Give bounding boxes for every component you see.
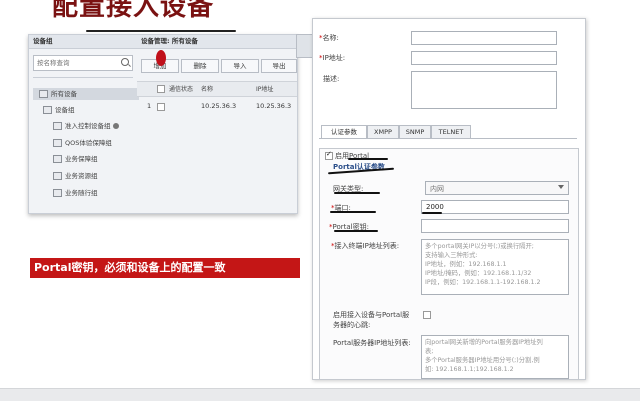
tree-label: 业务保障组 <box>65 155 98 163</box>
row-ip: 10.25.36.3 <box>256 102 292 110</box>
folder-icon <box>53 122 62 130</box>
enable-portal-checkbox[interactable]: ✓ <box>325 150 333 160</box>
annotation-underline <box>334 230 378 232</box>
tab-telnet[interactable]: TELNET <box>431 125 471 139</box>
name-input[interactable] <box>411 31 557 45</box>
desc-textarea[interactable] <box>411 71 557 109</box>
export-button[interactable]: 导出 <box>261 59 297 73</box>
tree-item-biz-resource[interactable]: 业务资源组 <box>53 170 98 182</box>
row-checkbox[interactable] <box>157 103 165 111</box>
settings-icon[interactable] <box>112 123 119 129</box>
heartbeat-label-2: 务器的心跳: <box>333 321 371 329</box>
row-name[interactable]: 10.25.36.3 <box>201 102 236 110</box>
device-group-header: 设备组 <box>29 35 137 49</box>
title-underline <box>86 30 236 32</box>
tab-auth-params[interactable]: 认证参数 <box>321 125 367 139</box>
slide-title: 配置接入设备 <box>52 0 215 22</box>
portal-key-input[interactable] <box>421 219 569 233</box>
tree-item-qos[interactable]: QOS体验保障组 <box>53 137 112 149</box>
folder-icon <box>43 106 52 114</box>
delete-button[interactable]: 删除 <box>181 59 219 73</box>
terminal-ip-label: *接入终端IP地址列表: <box>331 242 400 250</box>
annotation-underline <box>330 211 376 213</box>
gateway-type-value: 内网 <box>430 185 444 193</box>
device-config-form: *名称: *IP地址: 描述: 认证参数 XMPP SNMP TELNET ✓ … <box>312 18 586 380</box>
tree-item-biz-follow[interactable]: 业务随行组 <box>53 187 98 199</box>
device-search-box[interactable] <box>33 55 133 71</box>
ip-input[interactable] <box>411 51 557 65</box>
select-all-checkbox[interactable] <box>157 85 165 93</box>
tree-label: 准入控制设备组 <box>65 122 111 130</box>
terminal-ip-textarea[interactable]: 多个portal网关IP以分号(;)或换行隔开; 支持输入三种形式: IP地址，… <box>421 239 569 295</box>
folder-icon <box>53 189 62 197</box>
tree-item-device-group[interactable]: 设备组 <box>43 104 75 116</box>
tree-label: 所有设备 <box>51 90 77 98</box>
folder-icon <box>53 155 62 163</box>
tree-label: 业务随行组 <box>65 189 98 197</box>
tree-item-biz-assure[interactable]: 业务保障组 <box>53 153 98 165</box>
tree-label: QOS体验保障组 <box>65 139 112 147</box>
terminal-ip-hint: 多个portal网关IP以分号(;)或换行隔开; 支持输入三种形式: IP地址，… <box>425 243 541 286</box>
tree-label: 业务资源组 <box>65 172 98 180</box>
divider <box>33 77 133 78</box>
server-ip-textarea[interactable]: 向portal网关新增的Portal服务器IP地址列 表; 多个Portal服务… <box>421 335 569 379</box>
col-status[interactable]: 通信状态 <box>169 84 193 93</box>
folder-icon <box>39 90 48 98</box>
tree-label: 设备组 <box>55 106 75 114</box>
server-ip-label: Portal服务器IP地址列表: <box>333 339 411 347</box>
tab-xmpp[interactable]: XMPP <box>367 125 399 139</box>
note-banner: Portal密钥，必须和设备上的配置一致 <box>30 258 300 278</box>
col-ip[interactable]: IP地址 <box>256 84 273 93</box>
import-button[interactable]: 导入 <box>221 59 259 73</box>
name-label: *名称: <box>319 34 339 42</box>
device-search-input[interactable] <box>34 56 120 70</box>
annotation-underline <box>334 192 380 194</box>
row-index: 1 <box>147 102 152 110</box>
player-bottom-bar <box>0 388 640 401</box>
enable-portal-label: 启用Portal <box>335 152 370 160</box>
gateway-type-select[interactable]: 内网 <box>425 181 569 195</box>
search-icon[interactable] <box>121 58 129 66</box>
heartbeat-checkbox[interactable] <box>423 311 431 319</box>
server-ip-hint: 向portal网关新增的Portal服务器IP地址列 表; 多个Portal服务… <box>425 339 543 373</box>
red-pointer-marker <box>156 50 166 66</box>
port-value: 2000 <box>426 203 444 211</box>
table-row[interactable]: 1 10.25.36.3 10.25.36.3 <box>137 99 297 113</box>
annotation-underline <box>422 212 442 214</box>
col-name[interactable]: 名称 <box>201 84 213 93</box>
folder-icon <box>53 139 62 147</box>
tab-divider <box>319 138 577 139</box>
port-input[interactable]: 2000 <box>421 200 569 214</box>
tree-item-access-control[interactable]: 准入控制设备组 <box>53 120 119 132</box>
folder-icon <box>53 172 62 180</box>
heartbeat-label-1: 启用接入设备与Portal服 <box>333 311 410 319</box>
desc-label: 描述: <box>323 75 340 83</box>
device-management-header: 设备管理: 所有设备 <box>137 35 301 49</box>
ip-label: *IP地址: <box>319 54 346 62</box>
chevron-down-icon[interactable] <box>558 185 564 189</box>
tab-snmp[interactable]: SNMP <box>399 125 431 139</box>
tree-item-all-devices[interactable]: 所有设备 <box>33 88 139 100</box>
annotation-underline <box>348 158 388 160</box>
